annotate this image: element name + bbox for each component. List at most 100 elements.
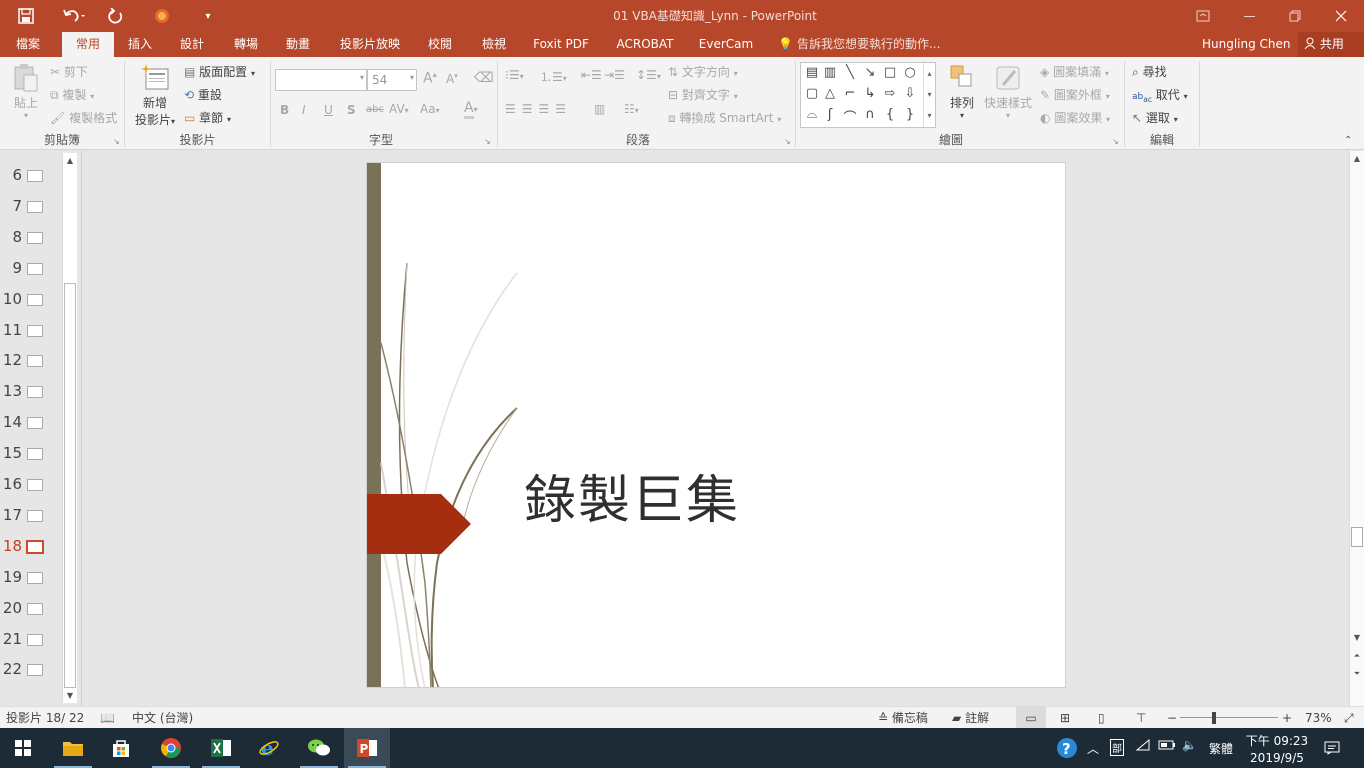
layout-button[interactable]: ▤ 版面配置 ▾ (184, 63, 255, 80)
thumbnail-scrollbar[interactable]: ▲ ▼ (62, 153, 77, 703)
shrink-font-icon[interactable]: A▾ (446, 72, 458, 86)
font-launcher-icon[interactable]: ↘ (484, 137, 491, 146)
slide-scroll-thumb[interactable] (1351, 527, 1363, 547)
slide-thumbnail-image[interactable] (27, 448, 43, 461)
close-icon[interactable] (1318, 0, 1364, 32)
tell-me-search[interactable]: 💡 告訴我您想要執行的動作... (778, 32, 940, 57)
numbering-button[interactable]: ⒈☰▾ (540, 68, 567, 85)
volume-icon[interactable]: 🔈 (1182, 738, 1197, 752)
redo-icon[interactable] (100, 0, 132, 32)
arrange-button[interactable]: 排列 ▾ (944, 63, 980, 120)
quick-styles-button[interactable]: 快速樣式 ▾ (984, 63, 1032, 120)
slide-thumbnail-image[interactable] (27, 355, 43, 368)
slide-thumbnail-image[interactable] (27, 262, 43, 275)
show-hidden-icons-icon[interactable]: ︿ (1087, 740, 1099, 757)
battery-icon[interactable] (1158, 739, 1176, 754)
slideshow-view-icon[interactable]: ⊤ (1136, 707, 1146, 729)
elbow-connector-shape-icon[interactable]: ⌐ (841, 86, 859, 101)
slide-scrollbar[interactable]: ▲ ▼ ⏶ ⏷ (1349, 151, 1364, 706)
next-slide-icon[interactable]: ⏷ (1351, 669, 1363, 679)
tab-slideshow[interactable]: 投影片放映 (334, 32, 406, 57)
slide-thumbnail-image[interactable] (27, 170, 43, 182)
find-button[interactable]: ⌕ 尋找 (1132, 63, 1167, 80)
restore-icon[interactable] (1272, 0, 1318, 32)
user-name[interactable]: Hungling Chen (1202, 32, 1291, 57)
shapes-gallery-scroll[interactable]: ▴ ▾ ▾ (923, 63, 935, 127)
char-spacing-button[interactable]: AV▾ (389, 102, 409, 116)
slide-thumbnail[interactable]: 12 (0, 351, 60, 371)
previous-slide-icon[interactable]: ⏶ (1351, 651, 1363, 661)
paragraph-launcher-icon[interactable]: ↘ (784, 137, 791, 146)
tab-animations[interactable]: 動畫 (278, 32, 318, 57)
slide-thumbnail[interactable]: 22 (0, 660, 60, 680)
slide-thumbnail[interactable]: 21 (0, 630, 60, 650)
slide-canvas[interactable]: 錄製巨集 (366, 162, 1066, 688)
slide-thumbnail-image[interactable] (27, 664, 43, 677)
tab-transitions[interactable]: 轉場 (226, 32, 266, 57)
slide-title[interactable]: 錄製巨集 (524, 458, 740, 533)
change-case-button[interactable]: Aa▾ (420, 102, 440, 116)
slide-thumbnail[interactable]: 17 (0, 506, 60, 526)
tab-file[interactable]: 檔案 (4, 32, 52, 57)
shape-outline-button[interactable]: ✎ 圖案外框 ▾ (1040, 86, 1110, 103)
rounded-rect-shape-icon[interactable]: ▢ (803, 86, 821, 101)
clipboard-launcher-icon[interactable]: ↘ (113, 137, 120, 146)
scribble-shape-icon[interactable]: ʃ (821, 107, 839, 122)
scroll-down-icon[interactable]: ▼ (64, 691, 76, 700)
justify-distributed-icon[interactable]: ▥ (594, 102, 605, 116)
grow-font-icon[interactable]: A▴ (423, 70, 437, 87)
font-name-input[interactable]: ▾ (275, 69, 367, 91)
tab-foxit-pdf[interactable]: Foxit PDF (528, 32, 594, 57)
tab-design[interactable]: 設計 (172, 32, 212, 57)
elbow-arrow-shape-icon[interactable]: ↳ (861, 86, 879, 101)
slide-thumbnail[interactable]: 14 (0, 413, 60, 433)
vertical-textbox-shape-icon[interactable]: ▥ (821, 65, 839, 80)
windows-start-icon[interactable] (0, 728, 46, 768)
slide-thumbnail[interactable]: 11 (0, 321, 60, 341)
slide-thumbnail-image[interactable] (27, 602, 43, 615)
slide-thumbnail-image[interactable] (27, 633, 43, 646)
tab-insert[interactable]: 插入 (120, 32, 160, 57)
section-button[interactable]: ▭ 章節 ▾ (184, 109, 231, 126)
ribbon-display-options-icon[interactable] (1180, 0, 1226, 32)
right-arrow-shape-icon[interactable]: ⇨ (881, 86, 899, 101)
spellcheck-icon[interactable]: 📖 (100, 707, 115, 729)
text-direction-button[interactable]: ⇅ 文字方向 ▾ (668, 63, 738, 80)
thumbnail-scroll-thumb[interactable] (64, 283, 76, 688)
save-icon[interactable] (8, 0, 44, 32)
arc-shape-icon[interactable]: ⌒ (841, 107, 859, 126)
notes-button[interactable]: ≙ 備忘稿 (878, 707, 928, 729)
replace-button[interactable]: abac 取代 ▾ (1132, 86, 1188, 104)
tab-evercam[interactable]: EverCam (694, 32, 758, 57)
tab-view[interactable]: 檢視 (474, 32, 514, 57)
oval-shape-icon[interactable]: ○ (901, 65, 919, 80)
curve-shape-icon[interactable]: ∩ (861, 107, 879, 122)
excel-icon[interactable] (198, 728, 244, 768)
bullets-button[interactable]: ⁝☰▾ (505, 68, 524, 82)
left-brace-shape-icon[interactable]: { (881, 107, 899, 122)
file-explorer-icon[interactable] (50, 728, 96, 768)
shadow-button[interactable]: S (347, 103, 356, 117)
zoom-slider[interactable] (1180, 717, 1278, 718)
powerpoint-icon[interactable]: P (344, 728, 390, 768)
clear-formatting-icon[interactable]: ⌫ (474, 70, 494, 86)
evercam-record-icon[interactable] (146, 0, 178, 32)
zoom-level[interactable]: 73% (1305, 707, 1332, 729)
triangle-shape-icon[interactable]: △ (821, 86, 839, 101)
smartart-button[interactable]: ⧈ 轉換成 SmartArt ▾ (668, 109, 781, 126)
cut-button[interactable]: ✂ 剪下 (50, 63, 88, 80)
slide-thumbnail[interactable]: 16 (0, 475, 60, 495)
ime-mode-icon[interactable]: 部 (1110, 739, 1124, 756)
rectangle-shape-icon[interactable]: □ (881, 65, 899, 80)
bold-button[interactable]: B (280, 103, 289, 117)
internet-explorer-icon[interactable]: e (246, 728, 292, 768)
shape-fill-button[interactable]: ◈ 圖案填滿 ▾ (1040, 63, 1109, 80)
slide-thumbnail[interactable]: 7 (0, 197, 60, 217)
copy-button[interactable]: ⧉ 複製 ▾ (50, 86, 94, 103)
shape-effects-button[interactable]: ◐ 圖案效果 ▾ (1040, 109, 1110, 126)
comments-button[interactable]: ▰ 註解 (952, 707, 989, 729)
wechat-icon[interactable] (296, 728, 342, 768)
slide-thumbnail-image[interactable] (27, 324, 43, 337)
paste-button[interactable]: 貼上 ▾ (12, 63, 40, 120)
line-spacing-button[interactable]: ↕☰▾ (636, 68, 661, 82)
